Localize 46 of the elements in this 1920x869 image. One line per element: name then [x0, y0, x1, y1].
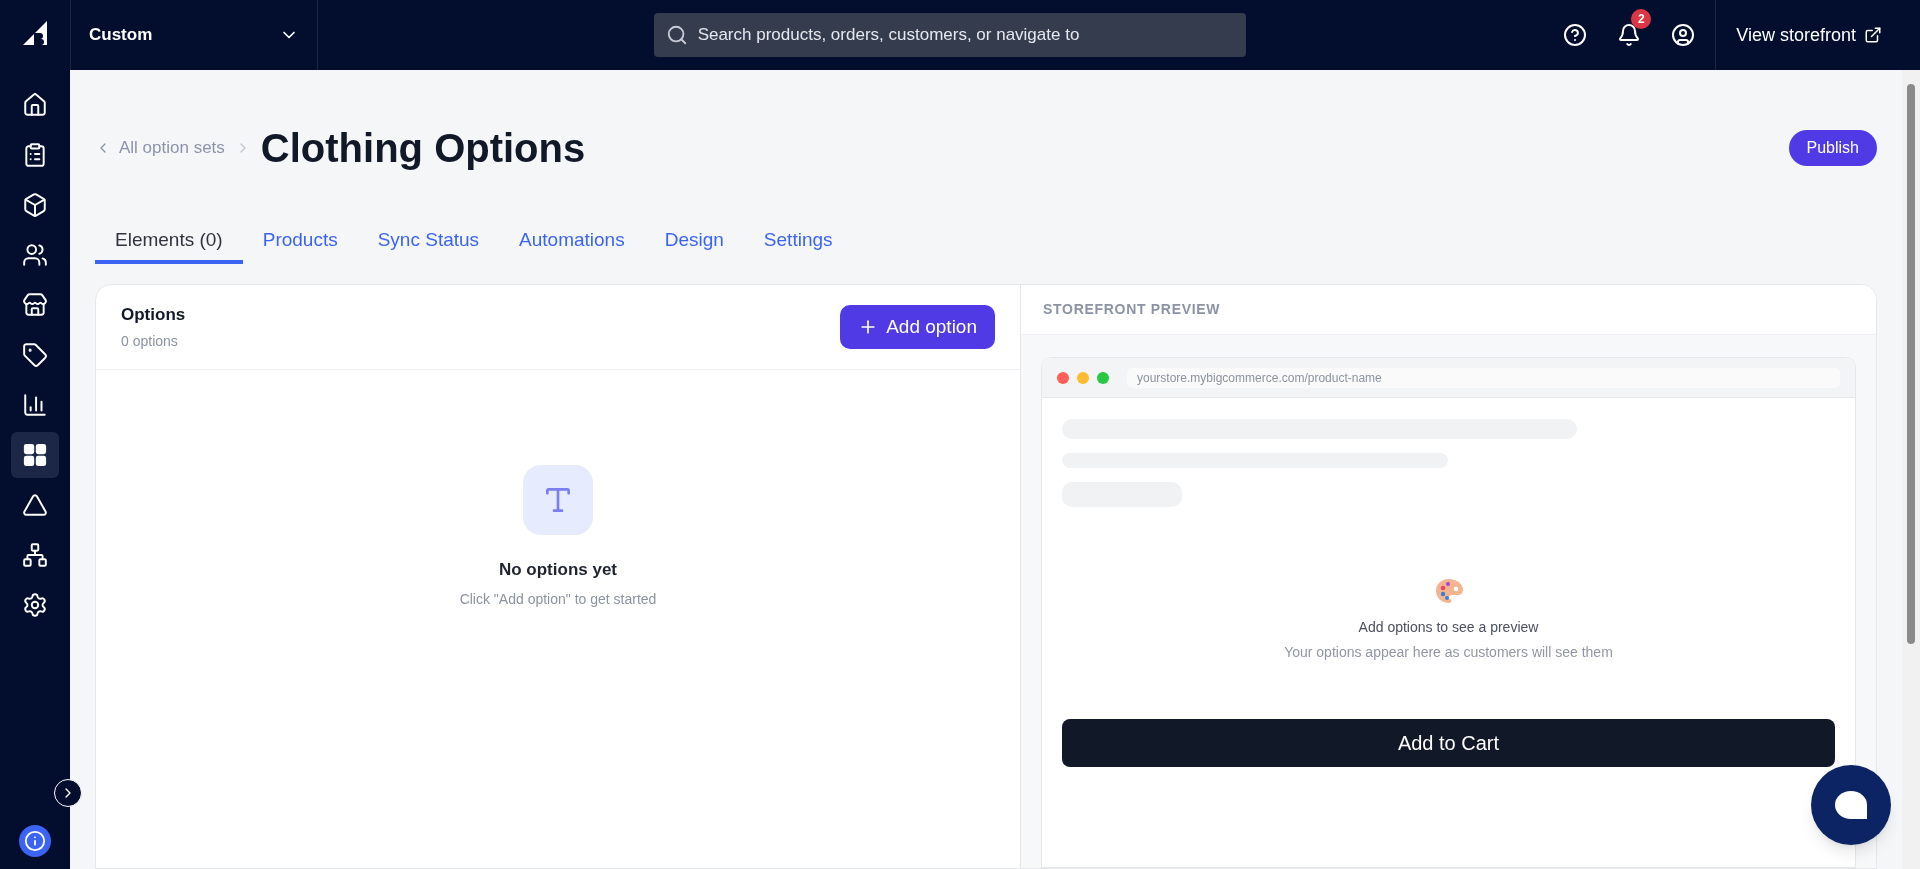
- empty-hint: Click "Add option" to get started: [459, 589, 657, 609]
- cube-icon: [22, 192, 48, 218]
- store-selector[interactable]: Custom: [70, 0, 318, 70]
- chat-bubble-icon: [1835, 791, 1867, 819]
- nodes-icon: [22, 542, 48, 568]
- tab[interactable]: Automations: [499, 220, 645, 264]
- clipboard-icon: [22, 142, 48, 168]
- preview-title: STOREFRONT PREVIEW: [1043, 300, 1221, 319]
- preview-empty-hint: Your options appear here as customers will see them: [1284, 643, 1613, 662]
- options-count: 0 options: [121, 332, 179, 352]
- page-title: Clothing Options: [260, 125, 586, 172]
- bar-chart-icon: [22, 392, 48, 418]
- tab[interactable]: Elements (0): [95, 220, 243, 264]
- publish-button[interactable]: Publish: [1788, 130, 1877, 166]
- bell-icon[interactable]: [1617, 23, 1642, 47]
- account-icon[interactable]: [1671, 23, 1696, 47]
- triangle-icon: [22, 492, 48, 518]
- home-icon: [22, 92, 48, 118]
- sidebar-item[interactable]: [11, 432, 59, 478]
- preview-empty-title: Add options to see a preview: [1358, 618, 1539, 637]
- add-to-cart-button[interactable]: Add to Cart: [1062, 719, 1835, 767]
- window-dots-icon: [1057, 371, 1109, 384]
- tag-icon: [22, 342, 48, 368]
- text-type-icon: [523, 465, 593, 535]
- view-storefront-link[interactable]: View storefront: [1736, 21, 1882, 49]
- search-field[interactable]: Search products, orders, customers, or navigate to: [653, 13, 1246, 57]
- people-icon: [22, 242, 48, 268]
- palette-icon: [1433, 577, 1464, 605]
- expand-button[interactable]: [54, 779, 82, 807]
- store-icon: [22, 292, 48, 318]
- grid-icon: [22, 442, 48, 468]
- tab[interactable]: Sync Status: [357, 220, 500, 264]
- empty-title: No options yet: [498, 559, 618, 581]
- notification-badge: 2: [1631, 9, 1652, 29]
- options-title: Options: [121, 303, 186, 326]
- tab[interactable]: Design: [644, 220, 744, 264]
- tab[interactable]: Settings: [743, 220, 853, 264]
- add-option-button[interactable]: Add option: [840, 305, 995, 349]
- settings-icon: [22, 592, 48, 618]
- tab[interactable]: Products: [242, 220, 358, 264]
- search-icon: [665, 24, 688, 46]
- info-button[interactable]: [19, 825, 51, 857]
- external-link-icon: [1864, 26, 1882, 44]
- help-icon[interactable]: [1563, 23, 1588, 47]
- address-bar: yourstore.mybigcommerce.com/product-name: [1127, 367, 1840, 388]
- info-icon: [24, 830, 46, 852]
